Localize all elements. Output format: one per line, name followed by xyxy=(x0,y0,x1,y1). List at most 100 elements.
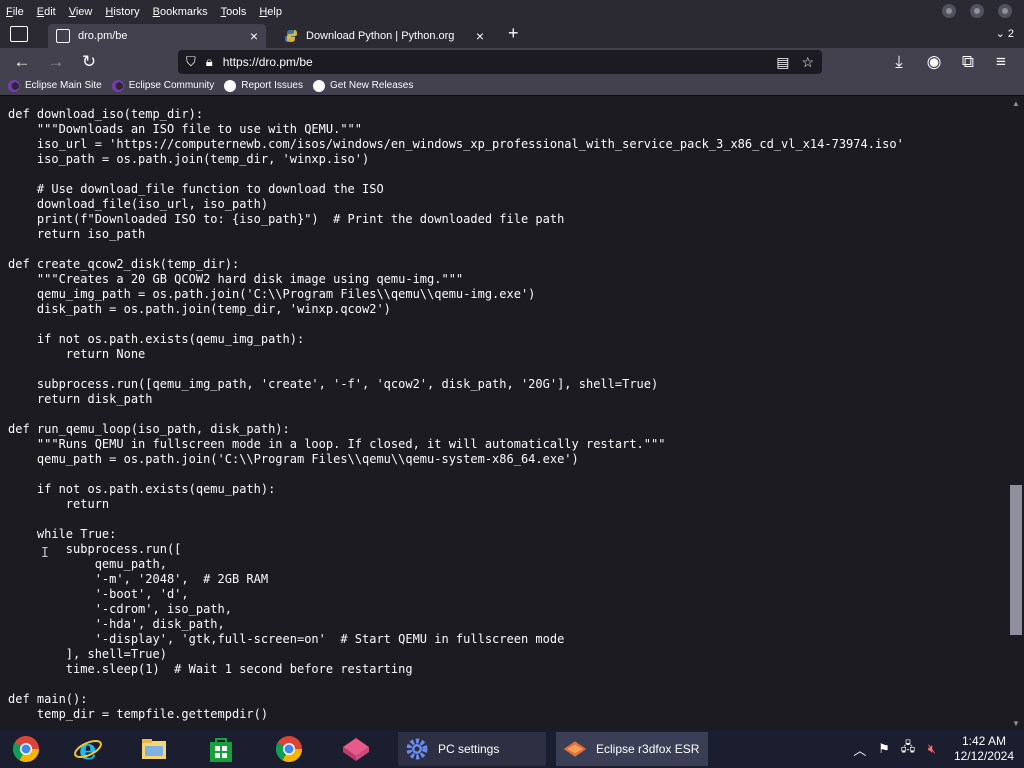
bookmark-eclipse-main-site[interactable]: Eclipse Main Site xyxy=(8,79,102,92)
menu-file[interactable]: File xyxy=(6,6,24,18)
svg-text:e: e xyxy=(79,734,97,764)
page-icon xyxy=(56,29,70,43)
tab-title: dro.pm/be xyxy=(78,30,128,42)
extensions-icon[interactable]: ⧉ xyxy=(957,51,979,73)
tab-python[interactable]: Download Python | Python.org × xyxy=(276,24,492,48)
code-line: """Creates a 20 GB QCOW2 hard disk image… xyxy=(8,272,464,286)
close-window-button[interactable] xyxy=(998,4,1012,18)
tab-title: Download Python | Python.org xyxy=(306,30,455,42)
code-line: return iso_path xyxy=(8,227,146,241)
navigation-bar: ← → ↻ ⛉ 🔒︎ ▤ ☆ ⤓ ◉ ⧉ ≡ xyxy=(0,48,1024,76)
code-line: subprocess.run([qemu_img_path, 'create',… xyxy=(8,377,659,391)
code-line: iso_path = os.path.join(temp_dir, 'winxp… xyxy=(8,152,370,166)
eclipse-icon xyxy=(111,79,124,92)
back-arrow-icon[interactable]: ← xyxy=(11,51,33,73)
google-chrome-icon[interactable] xyxy=(273,734,305,764)
app-icon[interactable] xyxy=(340,734,372,764)
downloads-icon[interactable]: ⤓ xyxy=(888,51,910,73)
code-line: subprocess.run([ xyxy=(8,542,182,556)
code-line: if not os.path.exists(qemu_path): xyxy=(8,482,276,496)
browser-icon xyxy=(562,736,588,762)
code-line: def download_iso(temp_dir): xyxy=(8,107,204,121)
code-block: def download_iso(temp_dir): """Downloads… xyxy=(8,107,904,722)
firefox-view-icon[interactable] xyxy=(10,26,28,42)
bookmark-report-issues[interactable]: Report Issues xyxy=(224,79,303,92)
bookmark-eclipse-community[interactable]: Eclipse Community xyxy=(111,79,214,92)
hamburger-menu-icon[interactable]: ≡ xyxy=(990,51,1012,73)
code-line: '-cdrom', iso_path, xyxy=(8,602,232,616)
code-line: if not os.path.exists(qemu_img_path): xyxy=(8,332,305,346)
close-tab-icon[interactable]: × xyxy=(476,28,484,44)
code-line: '-display', 'gtk,full-screen=on' # Start… xyxy=(8,632,565,646)
tracking-protection-shield-icon[interactable]: ⛉ xyxy=(186,54,196,70)
pc-settings-taskbar-button[interactable]: PC settings xyxy=(398,732,546,766)
menu-view[interactable]: View xyxy=(69,6,93,18)
account-icon[interactable]: ◉ xyxy=(923,51,945,73)
list-all-tabs-button[interactable]: ⌄ 2 xyxy=(996,27,1014,40)
volume-muted-icon[interactable]: 🔇︎ xyxy=(924,741,940,757)
close-tab-icon[interactable]: × xyxy=(250,28,258,44)
reload-icon[interactable]: ↻ xyxy=(78,51,100,73)
menu-bookmarks[interactable]: Bookmarks xyxy=(153,6,208,18)
minimize-button[interactable] xyxy=(942,4,956,18)
menu-help[interactable]: Help xyxy=(259,6,282,18)
code-line: return disk_path xyxy=(8,392,153,406)
code-line: time.sleep(1) # Wait 1 second before res… xyxy=(8,662,413,676)
clock[interactable]: 1:42 AM 12/12/2024 xyxy=(954,734,1014,764)
maximize-button[interactable] xyxy=(970,4,984,18)
menu-history[interactable]: History xyxy=(105,6,139,18)
tab-count: 2 xyxy=(1007,28,1014,40)
code-line: def run_qemu_loop(iso_path, disk_path): xyxy=(8,422,290,436)
code-line: iso_url = 'https://computernewb.com/isos… xyxy=(8,137,904,151)
github-icon xyxy=(224,79,237,92)
page-content: def download_iso(temp_dir): """Downloads… xyxy=(0,97,1008,730)
network-icon[interactable]: 🖧︎ xyxy=(900,738,916,760)
code-line: return xyxy=(8,497,110,511)
code-line: '-m', '2048', # 2GB RAM xyxy=(8,572,269,586)
gear-icon xyxy=(404,736,430,762)
lock-icon[interactable]: 🔒︎ xyxy=(206,54,213,70)
text-cursor-icon: I xyxy=(41,546,49,561)
scrollbar-thumb[interactable] xyxy=(1010,485,1022,635)
show-hidden-icons-chevron-icon[interactable]: ︿ xyxy=(852,740,868,759)
code-line: '-boot', 'd', xyxy=(8,587,189,601)
code-line: qemu_path, xyxy=(8,557,167,571)
clock-date: 12/12/2024 xyxy=(953,749,1014,763)
code-line: while True: xyxy=(8,527,117,541)
system-tray: ︿ ⚑ 🖧︎ 🔇︎ 1:42 AM 12/12/2024 xyxy=(844,730,1024,768)
new-tab-icon[interactable]: + xyxy=(508,23,519,44)
vertical-scrollbar[interactable]: ▲ ▼ xyxy=(1008,97,1024,730)
reader-view-icon[interactable]: ▤ xyxy=(776,54,789,71)
menu-edit[interactable]: Edit xyxy=(37,6,56,18)
menu-tools[interactable]: Tools xyxy=(221,6,247,18)
file-explorer-icon[interactable] xyxy=(138,734,170,764)
code-line: qemu_path = os.path.join('C:\\Program Fi… xyxy=(8,452,579,466)
code-line: ], shell=True) xyxy=(8,647,167,661)
code-line: """Downloads an ISO file to use with QEM… xyxy=(8,122,363,136)
browser-taskbar-button[interactable]: Eclipse r3dfox ESR xyxy=(556,732,708,766)
github-icon xyxy=(313,79,325,92)
tab-dro-pm[interactable]: dro.pm/be × xyxy=(48,24,266,48)
code-line: download_file(iso_url, iso_path) xyxy=(8,197,269,211)
bookmark-star-icon[interactable]: ☆ xyxy=(801,54,814,71)
chrome-icon[interactable] xyxy=(10,734,42,764)
code-line: return None xyxy=(8,347,146,361)
code-line: disk_path = os.path.join(temp_dir, 'winx… xyxy=(8,302,391,316)
action-center-flag-icon[interactable]: ⚑ xyxy=(876,741,892,757)
store-icon[interactable] xyxy=(205,734,237,764)
eclipse-icon xyxy=(8,79,20,92)
scroll-down-arrow-icon[interactable]: ▼ xyxy=(1012,719,1020,728)
scroll-up-arrow-icon[interactable]: ▲ xyxy=(1012,99,1020,108)
internet-explorer-icon[interactable]: e xyxy=(72,734,104,764)
clock-time: 1:42 AM xyxy=(961,734,1006,748)
code-line: print(f"Downloaded ISO to: {iso_path}") … xyxy=(8,212,565,226)
window-controls xyxy=(942,4,1012,18)
url-bar[interactable]: ⛉ 🔒︎ ▤ ☆ xyxy=(178,50,822,74)
forward-arrow-icon[interactable]: → xyxy=(45,51,67,73)
code-line: def create_qcow2_disk(temp_dir): xyxy=(8,257,240,271)
bookmark-get-new-releases[interactable]: Get New Releases xyxy=(313,79,413,92)
url-input[interactable] xyxy=(222,55,743,69)
